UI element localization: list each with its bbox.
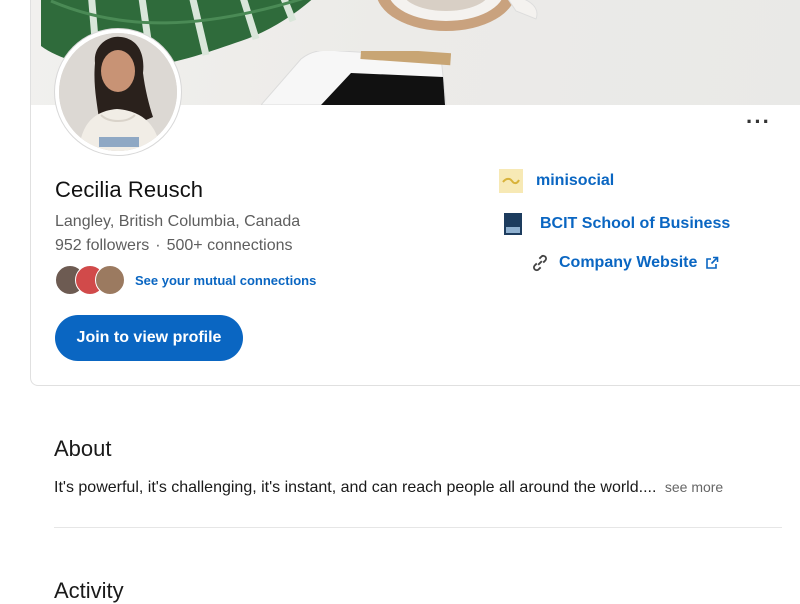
- company-website-link[interactable]: Company Website: [559, 254, 697, 272]
- about-heading: About: [54, 436, 112, 461]
- see-more-link[interactable]: see more: [665, 479, 723, 495]
- minisocial-link-item[interactable]: minisocial: [499, 169, 614, 193]
- followers-count: 952 followers: [55, 237, 150, 254]
- mutual-avatar: [95, 265, 125, 295]
- activity-heading: Activity: [54, 578, 124, 603]
- company-website-link-item[interactable]: Company Website: [529, 252, 719, 274]
- mutual-connections-link[interactable]: See your mutual connections: [135, 273, 316, 288]
- bcit-logo: [503, 212, 523, 236]
- profile-location: Langley, British Columbia, Canada: [55, 213, 301, 230]
- chain-link-icon: [533, 254, 547, 272]
- about-summary: It's powerful, it's challenging, it's in…: [54, 479, 657, 496]
- profile-page: ··· Cecilia Reusch Langley, British Colu…: [0, 0, 800, 603]
- section-divider: [54, 527, 782, 528]
- external-link-icon: [706, 256, 719, 269]
- person-photo-image: [59, 33, 177, 151]
- banner-coffee-cup-image: [377, 0, 538, 31]
- profile-avatar[interactable]: [55, 29, 181, 155]
- avatar-photo: [59, 33, 177, 151]
- profile-card: ··· Cecilia Reusch Langley, British Colu…: [30, 0, 800, 386]
- connections-count: 500+ connections: [166, 237, 293, 254]
- join-to-view-profile-button[interactable]: Join to view profile: [55, 315, 243, 361]
- minisocial-link[interactable]: minisocial: [536, 172, 614, 190]
- mutual-connections[interactable]: See your mutual connections: [55, 265, 316, 295]
- banner-tablet-image: [261, 51, 451, 105]
- bcit-link[interactable]: BCIT School of Business: [540, 215, 730, 233]
- minisocial-logo: [499, 169, 523, 193]
- about-text: It's powerful, it's challenging, it's in…: [54, 479, 723, 497]
- more-options-icon[interactable]: ···: [746, 109, 771, 135]
- profile-name: Cecilia Reusch: [55, 177, 204, 202]
- stats-separator: ·: [155, 237, 161, 254]
- mutual-avatars: [55, 265, 127, 295]
- bcit-link-item[interactable]: BCIT School of Business: [499, 212, 730, 236]
- profile-stats: 952 followers · 500+ connections: [55, 237, 292, 255]
